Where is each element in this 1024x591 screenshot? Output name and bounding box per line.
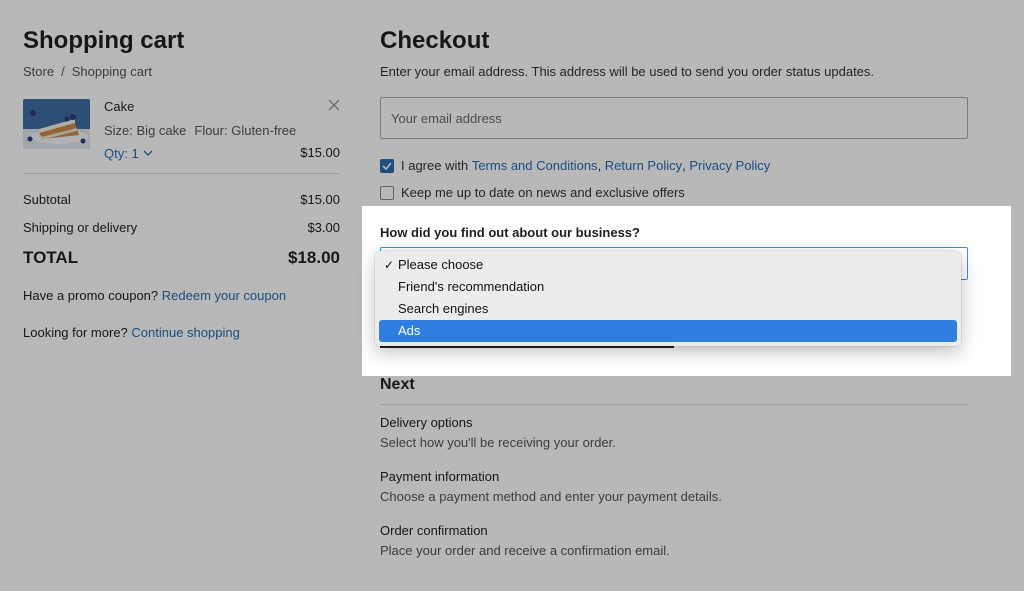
option-please-choose[interactable]: ✓ Please choose — [379, 254, 957, 276]
divider — [23, 173, 340, 174]
step-description: Place your order and receive a confirmat… — [380, 543, 670, 558]
item-price: $15.00 — [300, 145, 340, 160]
step-description: Choose a payment method and enter your p… — [380, 489, 722, 504]
chevron-down-icon — [143, 150, 153, 156]
checkmark-icon: ✓ — [384, 258, 395, 272]
quantity-dropdown[interactable]: Qty: 1 — [104, 146, 296, 161]
newsletter-label: Keep me up to date on news and exclusive… — [401, 185, 685, 200]
option-search-engines[interactable]: Search engines — [379, 298, 957, 320]
cart-title: Shopping cart — [23, 27, 185, 54]
close-icon[interactable] — [328, 99, 340, 111]
return-policy-link[interactable]: Return Policy — [605, 158, 682, 173]
option-label: Search engines — [398, 301, 489, 316]
terms-link[interactable]: Terms and Conditions — [472, 158, 598, 173]
qty-label: Qty: 1 — [104, 146, 139, 161]
option-ads[interactable]: Ads — [379, 320, 957, 342]
total-value: $18.00 — [288, 248, 340, 267]
agree-sep-2: , — [682, 158, 690, 173]
total-label: TOTAL — [23, 248, 79, 267]
shopping-cart-panel: Shopping cart Store / Shopping cart Cake — [23, 26, 340, 340]
item-name: Cake — [104, 99, 135, 114]
breadcrumb-store[interactable]: Store — [23, 64, 54, 79]
breadcrumb-separator: / — [61, 64, 65, 79]
shipping-row: Shipping or delivery $3.00 — [23, 220, 340, 235]
divider — [380, 404, 968, 405]
cart-item: Cake Size: Big cake Flour: Gluten-free Qt… — [23, 99, 340, 161]
newsletter-checkbox[interactable] — [380, 185, 394, 200]
promo-line: Have a promo coupon? Redeem your coupon — [23, 288, 340, 303]
step-title: Payment information — [380, 469, 500, 484]
breadcrumb: Store / Shopping cart — [23, 64, 340, 79]
item-info: Cake Size: Big cake Flour: Gluten-free Qt… — [104, 99, 296, 161]
step-title: Delivery options — [380, 415, 473, 430]
referral-question: How did you find out about our business? — [380, 225, 640, 240]
next-title: Next — [380, 376, 415, 393]
continue-shopping-link[interactable]: Continue shopping — [131, 325, 239, 340]
item-flour: Flour: Gluten-free — [194, 123, 297, 138]
item-size: Size: Big cake — [104, 123, 187, 138]
shipping-label: Shipping or delivery — [23, 220, 138, 235]
checkout-intro: Enter your email address. This address w… — [380, 64, 875, 79]
cake-thumbnail — [23, 99, 90, 149]
option-friends-recommendation[interactable]: Friend's recommendation — [379, 276, 957, 298]
breadcrumb-current: Shopping cart — [71, 64, 152, 79]
option-label: Please choose — [398, 257, 484, 272]
step-description: Select how you'll be receiving your orde… — [380, 435, 616, 450]
agree-sep-1: , — [597, 158, 605, 173]
subtotal-value: $15.00 — [300, 192, 340, 207]
promo-text: Have a promo coupon? — [23, 288, 159, 303]
step-confirmation: Order confirmation Place your order and … — [380, 523, 968, 558]
more-line: Looking for more? Continue shopping — [23, 325, 340, 340]
redeem-coupon-link[interactable]: Redeem your coupon — [162, 288, 286, 303]
total-row: TOTAL $18.00 — [23, 248, 340, 268]
referral-dropdown-menu: ✓ Please choose Friend's recommendation … — [375, 251, 961, 346]
next-steps: Next Delivery options Select how you'll … — [380, 376, 968, 558]
agree-prefix: I agree with — [401, 158, 472, 173]
option-label: Friend's recommendation — [398, 279, 545, 294]
agree-checkbox[interactable] — [380, 158, 394, 173]
checkout-panel: Checkout Enter your email address. This … — [380, 26, 968, 200]
checkmark-icon — [382, 161, 392, 170]
step-delivery: Delivery options Select how you'll be re… — [380, 415, 968, 450]
step-title: Order confirmation — [380, 523, 488, 538]
checkout-title: Checkout — [380, 27, 490, 54]
step-payment: Payment information Choose a payment met… — [380, 469, 968, 504]
option-label: Ads — [398, 323, 421, 338]
item-options: Size: Big cake Flour: Gluten-free — [104, 123, 296, 138]
agree-row: I agree with Terms and Conditions, Retur… — [380, 158, 968, 173]
email-field[interactable] — [380, 97, 968, 139]
privacy-policy-link[interactable]: Privacy Policy — [689, 158, 770, 173]
newsletter-row: Keep me up to date on news and exclusive… — [380, 185, 968, 200]
more-text: Looking for more? — [23, 325, 128, 340]
subtotal-label: Subtotal — [23, 192, 71, 207]
subtotal-row: Subtotal $15.00 — [23, 192, 340, 207]
shipping-value: $3.00 — [307, 220, 340, 235]
